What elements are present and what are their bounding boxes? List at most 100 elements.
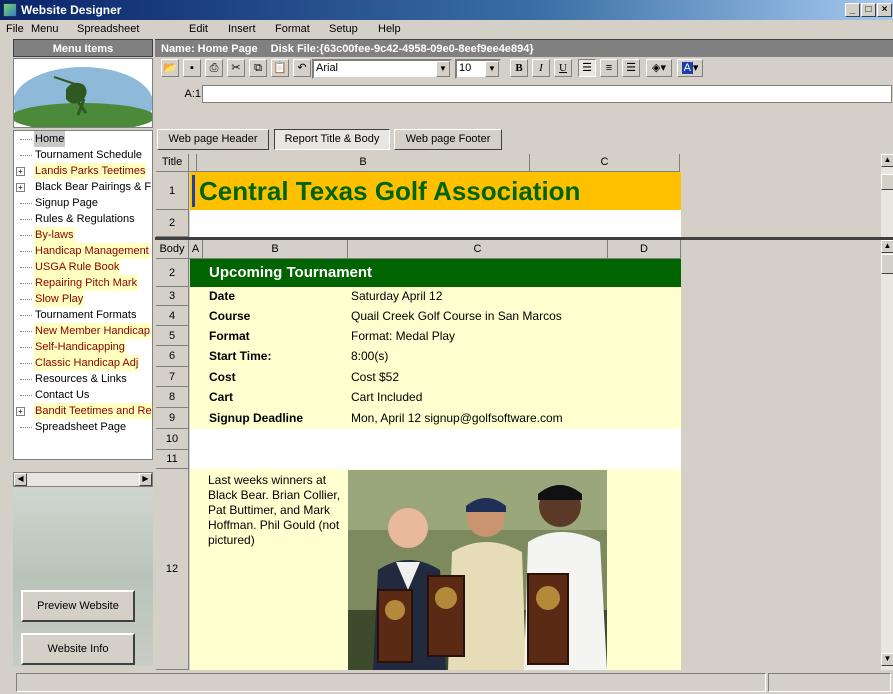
menu-menu[interactable]: Menu	[31, 23, 59, 35]
formula-input[interactable]	[202, 85, 892, 103]
blank-rows[interactable]	[190, 429, 681, 469]
scroll-down-icon[interactable]: ▼	[881, 653, 893, 666]
format-label[interactable]: Format	[209, 329, 250, 343]
expand-icon[interactable]: +	[16, 183, 25, 192]
font-size-select[interactable]: 10 ▼	[455, 59, 501, 79]
bold-button[interactable]: B	[510, 59, 528, 77]
font-color-icon[interactable]: A ▾	[677, 59, 703, 77]
chevron-down-icon[interactable]: ▼	[436, 61, 450, 77]
tree-item[interactable]: Slow Play	[14, 291, 152, 307]
menu-file[interactable]: File	[6, 23, 24, 35]
tab-web-page-header[interactable]: Web page Header	[157, 129, 269, 150]
scroll-up-icon[interactable]: ▲	[881, 154, 893, 167]
preview-website-button[interactable]: Preview Website	[21, 590, 135, 622]
cart-value[interactable]: Cart Included	[351, 390, 422, 404]
menu-spreadsheet[interactable]: Spreadsheet	[77, 23, 139, 35]
winners-photo[interactable]	[348, 470, 607, 670]
start-time-value[interactable]: 8:00(s)	[351, 349, 388, 363]
tree-item[interactable]: + Black Bear Pairings & F	[14, 179, 152, 195]
tree-item[interactable]: Self-Handicapping	[14, 339, 152, 355]
signup-deadline-label[interactable]: Signup Deadline	[209, 411, 303, 425]
cost-label[interactable]: Cost	[209, 370, 236, 384]
title-row-1-header: 1	[156, 172, 189, 210]
print-icon[interactable]: ⎙	[205, 59, 223, 77]
fill-color-icon[interactable]: ◈▾	[646, 59, 672, 77]
cut-icon[interactable]: ✂	[227, 59, 245, 77]
tree-item[interactable]: Rules & Regulations	[14, 211, 152, 227]
close-button[interactable]: ×	[877, 3, 892, 17]
tree-item[interactable]: New Member Handicap	[14, 323, 152, 339]
course-value[interactable]: Quail Creek Golf Course in San Marcos	[351, 309, 562, 323]
upcoming-heading[interactable]: Upcoming Tournament	[209, 259, 372, 287]
font-value: Arial	[316, 62, 339, 74]
title-row-2[interactable]	[190, 210, 681, 237]
date-label[interactable]: Date	[209, 289, 235, 303]
chevron-down-icon[interactable]: ▼	[485, 61, 499, 77]
save-icon[interactable]: ▪	[183, 59, 201, 77]
scroll-left-icon[interactable]: ◀	[14, 473, 27, 486]
expand-icon[interactable]: +	[16, 407, 25, 416]
underline-button[interactable]: U	[554, 59, 572, 77]
tree-hscrollbar[interactable]: ◀ ▶	[13, 472, 153, 487]
tree-line	[20, 283, 32, 284]
tree-item[interactable]: Contact Us	[14, 387, 152, 403]
tree-item[interactable]: Resources & Links	[14, 371, 152, 387]
paste-icon[interactable]: 📋	[271, 59, 289, 77]
tree-item[interactable]: By-laws	[14, 227, 152, 243]
scroll-up-icon[interactable]: ▲	[881, 240, 893, 253]
minimize-button[interactable]: _	[845, 3, 860, 17]
menu-setup[interactable]: Setup	[329, 23, 358, 35]
tree-item[interactable]: Tournament Schedule	[14, 147, 152, 163]
date-value[interactable]: Saturday April 12	[351, 289, 442, 303]
tree-line	[20, 331, 32, 332]
start-time-label[interactable]: Start Time:	[209, 349, 271, 363]
toolbar: 📂 ▪ ⎙ ✂ ⧉ 📋 ↶ Arial ▼ 10 ▼ B I U ☰ ≡ ☰ ◈…	[155, 57, 893, 107]
scroll-right-icon[interactable]: ▶	[139, 473, 152, 486]
course-label[interactable]: Course	[209, 309, 250, 323]
winners-text[interactable]: Last weeks winners at Black Bear. Brian …	[208, 473, 348, 548]
website-info-button[interactable]: Website Info	[21, 633, 135, 665]
site-title[interactable]: Central Texas Golf Association	[199, 172, 580, 210]
scroll-thumb[interactable]	[881, 174, 893, 190]
title-col-b-header: B	[197, 154, 530, 172]
italic-button[interactable]: I	[532, 59, 550, 77]
tree-line	[20, 251, 32, 252]
tree-item[interactable]: USGA Rule Book	[14, 259, 152, 275]
menu-items-heading: Menu Items	[13, 39, 153, 57]
tree-item[interactable]: Spreadsheet Page	[14, 419, 152, 435]
scroll-thumb[interactable]	[881, 254, 893, 274]
format-value[interactable]: Format: Medal Play	[351, 329, 455, 343]
signup-deadline-value[interactable]: Mon, April 12 signup@golfsoftware.com	[351, 411, 563, 425]
undo-icon[interactable]: ↶	[293, 59, 311, 77]
align-right-icon[interactable]: ☰	[622, 59, 640, 77]
font-size-value: 10	[459, 62, 472, 74]
maximize-button[interactable]: □	[861, 3, 876, 17]
tree-item[interactable]: Tournament Formats	[14, 307, 152, 323]
tree-item[interactable]: Repairing Pitch Mark	[14, 275, 152, 291]
tree-item[interactable]: + Landis Parks Teetimes	[14, 163, 152, 179]
tree-item[interactable]: Signup Page	[14, 195, 152, 211]
align-left-icon[interactable]: ☰	[578, 59, 596, 77]
copy-icon[interactable]: ⧉	[249, 59, 267, 77]
body-corner: Body	[156, 240, 189, 259]
menu-insert[interactable]: Insert	[228, 23, 256, 35]
tree-item[interactable]: Handicap Management	[14, 243, 152, 259]
menu-bar: File Menu Spreadsheet Edit Insert Format…	[0, 20, 893, 38]
menu-help[interactable]: Help	[378, 23, 401, 35]
font-select[interactable]: Arial ▼	[312, 59, 452, 79]
title-empty-area	[681, 154, 881, 237]
cost-value[interactable]: Cost $52	[351, 370, 399, 384]
open-icon[interactable]: 📂	[161, 59, 179, 77]
tree-item[interactable]: Home	[14, 131, 152, 147]
body-vscrollbar[interactable]: ▲ ▼	[881, 240, 893, 670]
align-center-icon[interactable]: ≡	[600, 59, 618, 77]
menu-edit[interactable]: Edit	[189, 23, 208, 35]
tree-item[interactable]: Classic Handicap Adj	[14, 355, 152, 371]
expand-icon[interactable]: +	[16, 167, 25, 176]
tree-item[interactable]: + Bandit Teetimes and Re	[14, 403, 152, 419]
menu-format[interactable]: Format	[275, 23, 310, 35]
tab-report-title-body[interactable]: Report Title & Body	[274, 129, 390, 150]
title-vscrollbar[interactable]: ▲	[881, 154, 893, 237]
cart-label[interactable]: Cart	[209, 390, 233, 404]
tab-web-page-footer[interactable]: Web page Footer	[394, 129, 502, 150]
